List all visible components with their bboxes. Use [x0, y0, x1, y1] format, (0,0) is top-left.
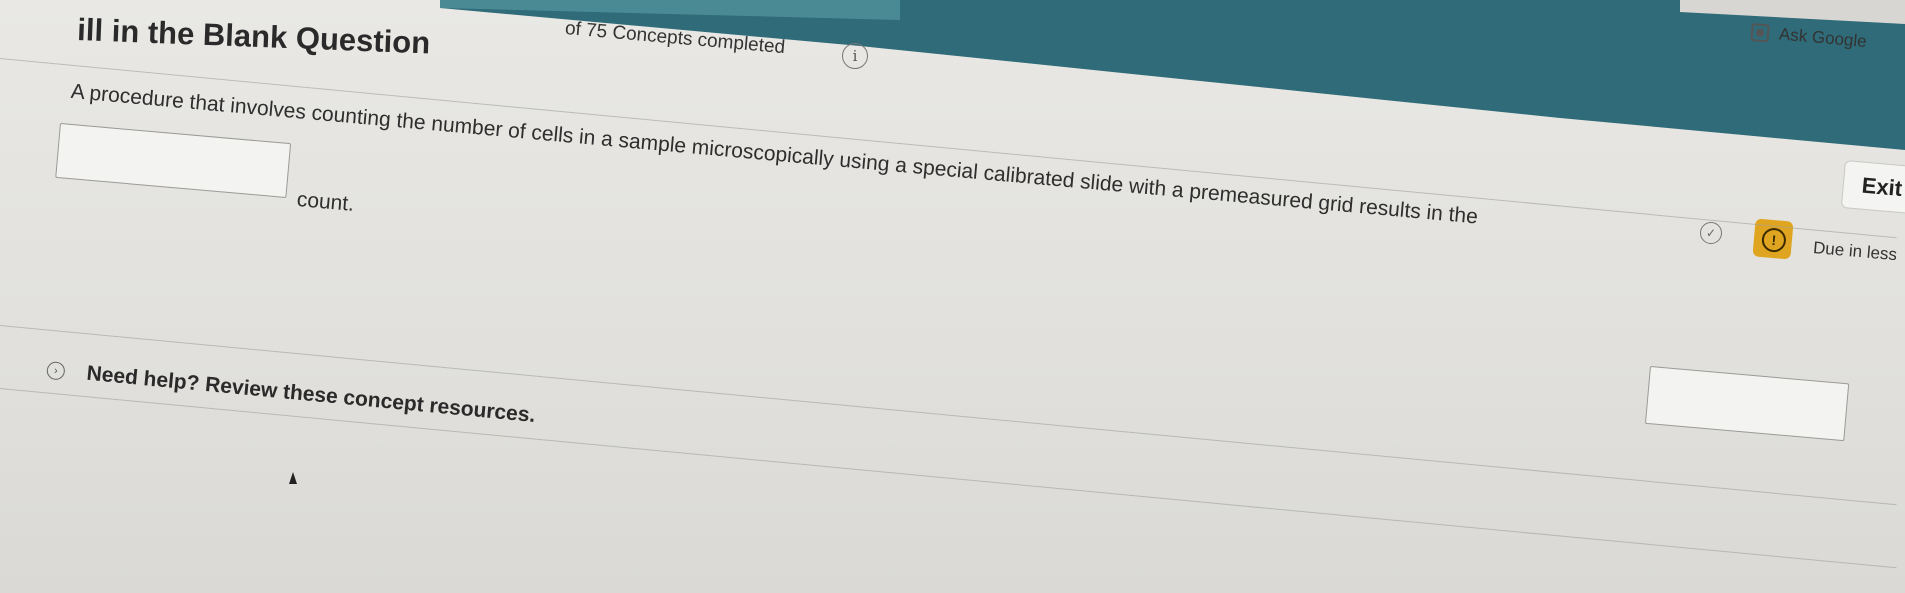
ask-google-button[interactable]: Ask Google — [1750, 22, 1867, 52]
blank-1-suffix-text: count. — [295, 188, 356, 216]
chevron-right-icon: › — [46, 360, 66, 381]
alert-icon: ! — [1760, 227, 1787, 254]
exit-button[interactable]: Exit — [1840, 160, 1905, 214]
check-icon[interactable]: ✓ — [1700, 222, 1722, 244]
ask-google-icon — [1750, 22, 1770, 43]
ask-google-label: Ask Google — [1778, 24, 1868, 52]
mouse-cursor-icon — [289, 472, 297, 484]
assignment-page: ill in the Blank Question of 75 Concepts… — [0, 0, 1905, 593]
answer-blank-1[interactable] — [55, 123, 292, 199]
concepts-progress: of 75 Concepts completed — [564, 18, 786, 59]
due-date-text: Due in less — [1812, 238, 1898, 265]
answer-blank-2[interactable] — [1644, 366, 1850, 442]
question-type-title: ill in the Blank Question — [76, 12, 431, 61]
progress-band — [440, 0, 1905, 150]
info-icon[interactable]: i — [842, 43, 868, 69]
